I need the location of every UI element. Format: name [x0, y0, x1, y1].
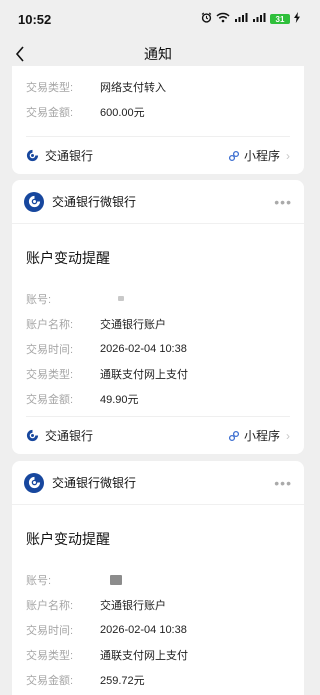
link-icon	[228, 430, 240, 441]
masked-account	[110, 574, 122, 585]
mini-program-label: 小程序	[243, 149, 280, 163]
trade-amount-row: 交易金额: 49.90元	[26, 386, 290, 411]
mini-program-link[interactable]: 小程序 ›	[228, 147, 290, 164]
trade-type-value: 通联支付网上支付	[100, 368, 188, 381]
trade-time-row: 交易时间: 2026-02-04 10:38	[26, 617, 290, 642]
trade-type-value: 通联支付网上支付	[100, 649, 188, 662]
account-name-value: 交通银行账户	[100, 318, 166, 331]
signal-icon-1	[234, 10, 248, 28]
trade-amount-label: 交易金额:	[26, 393, 74, 406]
account-no-label: 账号:	[26, 293, 52, 306]
bocom-logo-icon	[24, 191, 44, 212]
card-header: 交通银行微银行 •••	[12, 461, 304, 505]
wifi-icon	[216, 10, 230, 28]
trade-amount-label: 交易金额:	[26, 106, 74, 119]
link-icon	[228, 150, 240, 161]
mini-program-label: 小程序	[243, 429, 280, 443]
card-footer[interactable]: 交通银行 小程序 ›	[26, 416, 290, 454]
bocom-logo-icon	[26, 429, 39, 442]
chevron-right-icon: ›	[286, 428, 290, 443]
trade-time-value: 2026-02-04 10:38	[100, 342, 187, 355]
more-icon[interactable]: •••	[274, 194, 292, 210]
trade-amount-row: 交易金额: 600.00元	[26, 99, 290, 124]
trade-type-label: 交易类型:	[26, 81, 74, 94]
mini-program-link[interactable]: 小程序 ›	[228, 427, 290, 444]
notice-title: 账户变动提醒	[26, 531, 110, 547]
trade-type-label: 交易类型:	[26, 368, 74, 381]
account-name-row: 账户名称: 交通银行账户	[26, 311, 290, 336]
trade-amount-row: 交易金额: 259.72元	[26, 667, 290, 692]
brand-name: 交通银行微银行	[52, 476, 137, 490]
bocom-logo-icon	[24, 472, 44, 493]
trade-time-value: 2026-02-04 10:38	[100, 623, 187, 636]
status-time: 10:52	[18, 11, 52, 27]
chevron-right-icon: ›	[286, 148, 290, 163]
notification-card-2[interactable]: 交通银行微银行 ••• 账户变动提醒 账号: 账户名称: 交通银行账户 交易时间…	[12, 180, 304, 454]
bocom-logo-icon	[26, 149, 39, 162]
status-bar: 10:52 31	[0, 0, 316, 38]
more-icon[interactable]: •••	[274, 475, 292, 491]
footer-bank-name: 交通银行	[45, 429, 94, 443]
charging-icon	[294, 10, 300, 28]
notification-card-1[interactable]: 交易类型: 网络支付转入 交易金额: 600.00元 交通银行 小程序 ›	[12, 66, 304, 174]
trade-type-value: 网络支付转入	[100, 81, 166, 94]
account-name-value: 交通银行账户	[100, 599, 166, 612]
trade-type-row: 交易类型: 网络支付转入	[26, 74, 290, 99]
footer-bank-name: 交通银行	[45, 149, 94, 163]
trade-type-row: 交易类型: 通联支付网上支付	[26, 361, 290, 386]
trade-amount-label: 交易金额:	[26, 674, 74, 687]
trade-type-row: 交易类型: 通联支付网上支付	[26, 642, 290, 667]
notification-card-3[interactable]: 交通银行微银行 ••• 账户变动提醒 账号: 账户名称: 交通银行账户 交易时间…	[12, 461, 304, 695]
trade-time-label: 交易时间:	[26, 343, 74, 356]
account-no-row: 账号:	[26, 286, 290, 311]
battery-icon: 31	[270, 14, 290, 24]
status-icons: 31	[201, 10, 300, 28]
card-footer[interactable]: 交通银行 小程序 ›	[26, 136, 290, 174]
trade-amount-value: 49.90元	[100, 393, 139, 406]
account-no-label: 账号:	[26, 574, 52, 587]
account-no-row: 账号:	[26, 567, 290, 592]
alarm-icon	[201, 10, 212, 28]
account-name-label: 账户名称:	[26, 599, 74, 612]
masked-account	[118, 296, 124, 301]
notice-title: 账户变动提醒	[26, 250, 110, 266]
card-header: 交通银行微银行 •••	[12, 180, 304, 224]
chevron-left-icon	[15, 46, 24, 62]
trade-time-row: 交易时间: 2026-02-04 10:38	[26, 336, 290, 361]
signal-icon-2	[252, 10, 266, 28]
account-name-label: 账户名称:	[26, 318, 74, 331]
account-name-row: 账户名称: 交通银行账户	[26, 592, 290, 617]
back-button[interactable]	[10, 44, 30, 64]
trade-type-label: 交易类型:	[26, 649, 74, 662]
trade-time-label: 交易时间:	[26, 624, 74, 637]
page-title: 通知	[144, 46, 172, 62]
trade-amount-value: 600.00元	[100, 106, 145, 119]
trade-amount-value: 259.72元	[100, 674, 145, 687]
brand-name: 交通银行微银行	[52, 195, 137, 209]
